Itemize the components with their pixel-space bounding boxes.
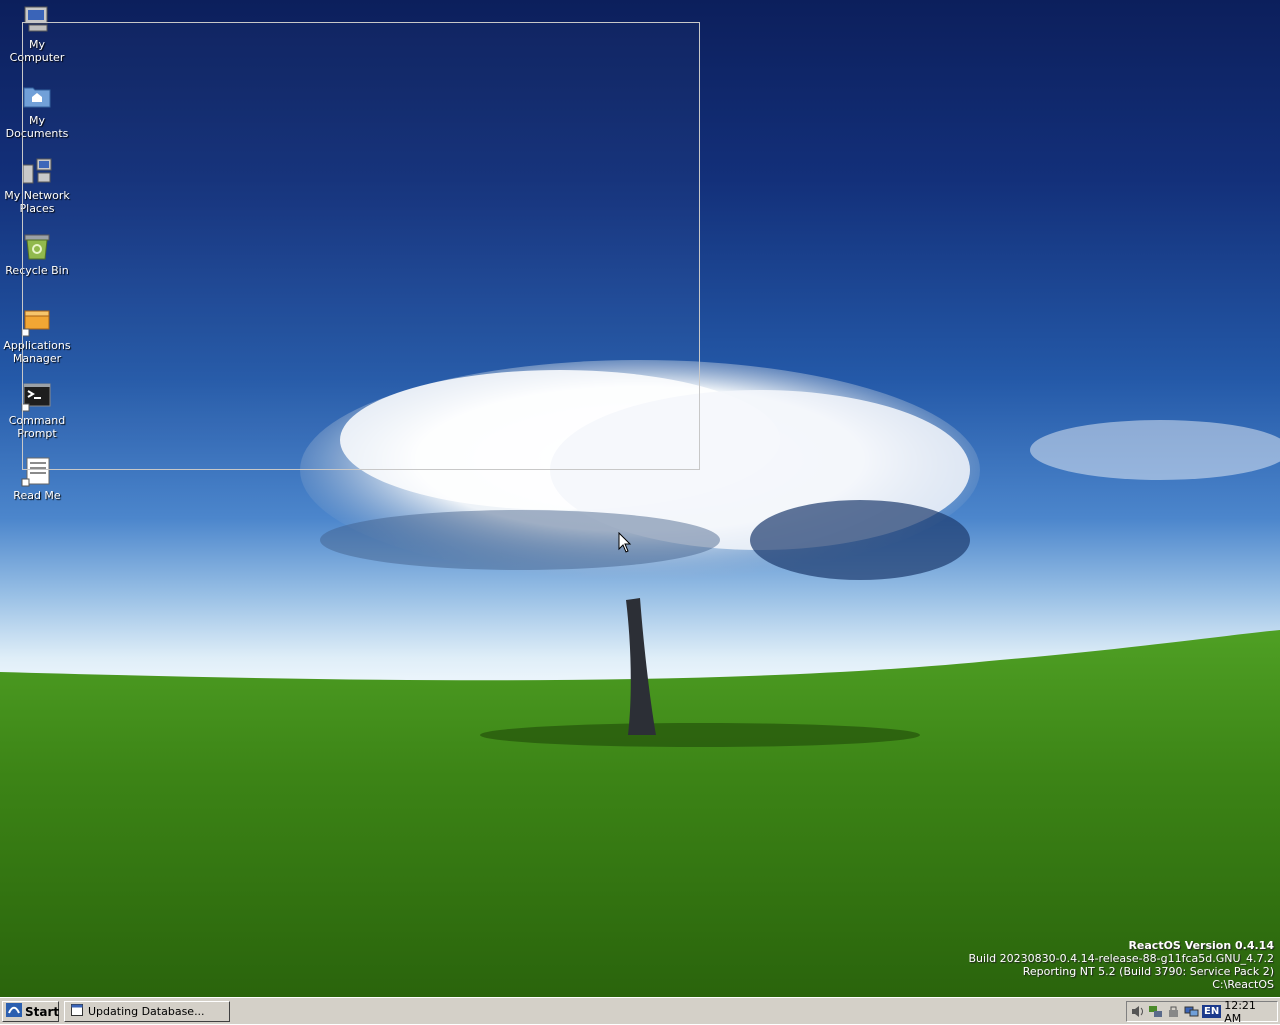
taskbar-button-label: Updating Database... bbox=[88, 1005, 205, 1018]
selection-rectangle bbox=[22, 22, 700, 470]
desktop[interactable]: My Computer My Documents My Network Plac… bbox=[0, 0, 1280, 997]
taskbar: Start Updating Database... EN 12:21 AM bbox=[0, 997, 1280, 1025]
version-info: ReactOS Version 0.4.14 Build 20230830-0.… bbox=[969, 939, 1274, 991]
start-button[interactable]: Start bbox=[2, 1001, 59, 1022]
clock[interactable]: 12:21 AM bbox=[1224, 999, 1271, 1025]
start-logo-icon bbox=[6, 1003, 22, 1020]
display-icon[interactable] bbox=[1184, 1004, 1199, 1019]
version-title: ReactOS Version 0.4.14 bbox=[1128, 939, 1274, 952]
language-indicator[interactable]: EN bbox=[1202, 1005, 1222, 1018]
version-path: C:\ReactOS bbox=[1212, 978, 1274, 991]
version-build: Build 20230830-0.4.14-release-88-g11fca5… bbox=[968, 952, 1274, 965]
taskbar-button-updating-database[interactable]: Updating Database... bbox=[64, 1001, 230, 1022]
version-reporting: Reporting NT 5.2 (Build 3790: Service Pa… bbox=[1022, 965, 1274, 978]
start-label: Start bbox=[25, 1004, 60, 1019]
network-status-icon[interactable] bbox=[1148, 1004, 1163, 1019]
mouse-cursor-icon bbox=[618, 531, 632, 557]
volume-icon[interactable] bbox=[1130, 1004, 1145, 1019]
system-tray: EN 12:21 AM bbox=[1126, 999, 1278, 1025]
window-icon bbox=[71, 1004, 83, 1019]
safely-remove-hardware-icon[interactable] bbox=[1166, 1004, 1181, 1019]
